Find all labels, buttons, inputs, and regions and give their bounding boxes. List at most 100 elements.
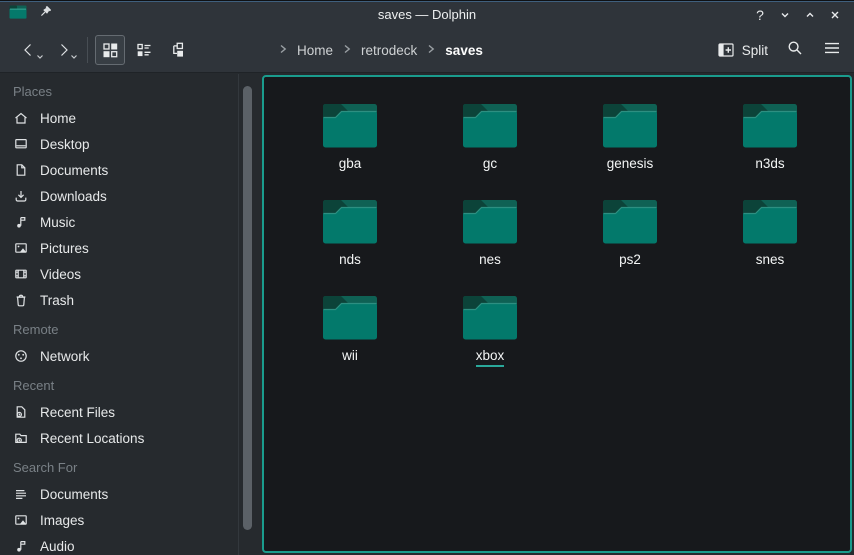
document-icon: [13, 162, 29, 178]
sidebar-item-label: Trash: [40, 293, 74, 308]
folder-grid: gba gc genesisn3ds nds nes ps2 snes wiixbox: [264, 77, 840, 388]
forward-history-caret-icon: [70, 47, 78, 65]
folder-label: ps2: [619, 252, 641, 268]
split-button[interactable]: Split: [717, 42, 768, 58]
breadcrumb-chevron-icon: [278, 43, 288, 58]
sidebar-item-audio[interactable]: Audio: [13, 533, 262, 555]
toolbar: Home retrodeck saves Split: [0, 28, 854, 73]
desktop-icon: [13, 136, 29, 152]
home-icon: [13, 110, 29, 126]
sidebar-item-label: Downloads: [40, 189, 107, 204]
details-view-button[interactable]: [129, 35, 159, 65]
places-panel: PlacesHomeDesktopDocumentsDownloadsMusic…: [0, 74, 262, 555]
breadcrumb: Home retrodeck saves: [278, 43, 483, 58]
recent-folder-icon: [13, 430, 29, 446]
sidebar-item-label: Desktop: [40, 137, 90, 152]
sidebar-item-label: Music: [40, 215, 75, 230]
breadcrumb-chevron-icon: [342, 43, 352, 58]
sidebar-section-header: Remote: [13, 317, 262, 343]
folder-icon: [601, 196, 659, 246]
help-button[interactable]: ?: [751, 6, 769, 24]
maximize-button[interactable]: [801, 6, 819, 24]
sidebar-item-music[interactable]: Music: [13, 209, 262, 235]
sidebar-scrollbar[interactable]: [243, 86, 252, 530]
music-icon: [13, 538, 29, 554]
folder-icon: [321, 100, 379, 150]
folder-item-nds[interactable]: nds: [280, 196, 420, 292]
pin-icon[interactable]: [37, 4, 53, 25]
sidebar-item-network[interactable]: Network: [13, 343, 262, 369]
menu-button[interactable]: [822, 39, 842, 62]
folder-view[interactable]: gba gc genesisn3ds nds nes ps2 snes wiixbox: [262, 75, 852, 553]
sidebar-item-label: Documents: [40, 163, 108, 178]
sidebar-sections: PlacesHomeDesktopDocumentsDownloadsMusic…: [13, 79, 262, 555]
folder-icon: [461, 292, 519, 342]
folder-icon: [321, 196, 379, 246]
folder-icon: [741, 100, 799, 150]
sidebar-section-header: Search For: [13, 455, 262, 481]
sidebar-item-home[interactable]: Home: [13, 105, 262, 131]
folder-item-xbox[interactable]: xbox: [420, 292, 560, 388]
split-view-icon: [717, 42, 735, 58]
forward-button[interactable]: [46, 34, 80, 66]
folder-item-gba[interactable]: gba: [280, 100, 420, 196]
music-icon: [13, 214, 29, 230]
back-button[interactable]: [12, 34, 46, 66]
sidebar-item-desktop[interactable]: Desktop: [13, 131, 262, 157]
sidebar-item-label: Videos: [40, 267, 81, 282]
download-icon: [13, 188, 29, 204]
sidebar-item-trash[interactable]: Trash: [13, 287, 262, 313]
recent-file-icon: [13, 404, 29, 420]
breadcrumb-saves[interactable]: saves: [445, 43, 483, 58]
sidebar-item-videos[interactable]: Videos: [13, 261, 262, 287]
breadcrumb-chevron-icon: [426, 43, 436, 58]
image-icon: [13, 240, 29, 256]
dolphin-window: saves — Dolphin ?: [0, 0, 854, 555]
network-icon: [13, 348, 29, 364]
breadcrumb-home[interactable]: Home: [297, 43, 333, 58]
breadcrumb-retrodeck[interactable]: retrodeck: [361, 43, 417, 58]
search-icon: [786, 39, 804, 57]
sidebar-item-recent-locations[interactable]: Recent Locations: [13, 425, 262, 451]
folder-icon: [741, 196, 799, 246]
app-icon: [9, 5, 27, 24]
folder-icon: [461, 100, 519, 150]
sidebar-item-label: Images: [40, 513, 84, 528]
window-title: saves — Dolphin: [0, 7, 854, 22]
sidebar-item-images[interactable]: Images: [13, 507, 262, 533]
search-button[interactable]: [786, 39, 804, 62]
folder-item-wii[interactable]: wii: [280, 292, 420, 388]
folder-item-ps2[interactable]: ps2: [560, 196, 700, 292]
toolbar-separator: [87, 37, 88, 63]
trash-icon: [13, 292, 29, 308]
folder-label: nds: [339, 252, 361, 268]
image-icon: [13, 512, 29, 528]
titlebar[interactable]: saves — Dolphin ?: [0, 1, 854, 28]
sidebar-item-downloads[interactable]: Downloads: [13, 183, 262, 209]
folder-item-snes[interactable]: snes: [700, 196, 840, 292]
tree-view-button[interactable]: [163, 35, 193, 65]
folder-icon: [601, 100, 659, 150]
sidebar-item-documents[interactable]: Documents: [13, 157, 262, 183]
icons-view-button[interactable]: [95, 35, 125, 65]
sidebar-item-label: Network: [40, 349, 90, 364]
sidebar-item-recent-files[interactable]: Recent Files: [13, 399, 262, 425]
folder-item-genesis[interactable]: genesis: [560, 100, 700, 196]
sidebar-item-documents[interactable]: Documents: [13, 481, 262, 507]
sidebar-item-label: Audio: [40, 539, 75, 554]
folder-item-gc[interactable]: gc: [420, 100, 560, 196]
folder-item-n3ds[interactable]: n3ds: [700, 100, 840, 196]
close-button[interactable]: [826, 6, 844, 24]
hamburger-menu-icon: [822, 39, 842, 57]
folder-label: gba: [339, 156, 362, 172]
sidebar-item-label: Recent Locations: [40, 431, 144, 446]
sidebar-item-pictures[interactable]: Pictures: [13, 235, 262, 261]
tree-view-icon: [169, 41, 187, 59]
minimize-button[interactable]: [776, 6, 794, 24]
text-lines-icon: [13, 486, 29, 502]
help-icon: ?: [756, 7, 764, 23]
folder-item-nes[interactable]: nes: [420, 196, 560, 292]
icons-view-icon: [101, 41, 119, 59]
sidebar-item-label: Recent Files: [40, 405, 115, 420]
folder-label: gc: [483, 156, 497, 172]
